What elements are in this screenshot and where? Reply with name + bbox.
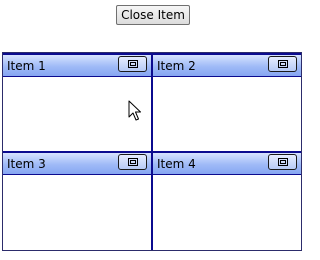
panel-item-2: Item 2 [153, 53, 301, 151]
panel-title: Item 1 [7, 59, 46, 73]
panel-header[interactable]: Item 4 [153, 151, 301, 175]
panel-body [3, 175, 151, 250]
panel-header[interactable]: Item 2 [153, 53, 301, 77]
panel-title: Item 2 [157, 59, 196, 73]
panel-title: Item 4 [157, 157, 196, 171]
panel-body [153, 175, 301, 250]
panel-item-3: Item 3 [3, 151, 151, 250]
panel-body [153, 77, 301, 151]
close-item-button[interactable]: Close Item [116, 5, 190, 25]
panel-header[interactable]: Item 1 [3, 53, 151, 77]
maximize-icon [278, 158, 288, 166]
panel-title: Item 3 [7, 157, 46, 171]
panel-divider[interactable] [151, 53, 153, 250]
maximize-button[interactable] [118, 154, 147, 170]
maximize-button[interactable] [118, 56, 147, 72]
mouse-cursor-icon [128, 100, 141, 121]
maximize-icon [128, 158, 138, 166]
maximize-button[interactable] [268, 56, 297, 72]
maximize-button[interactable] [268, 154, 297, 170]
panel-grid: Item 1 Item 2 Item 3 Item 4 [2, 52, 302, 251]
panel-item-4: Item 4 [153, 151, 301, 250]
maximize-icon [278, 60, 288, 68]
panel-header[interactable]: Item 3 [3, 151, 151, 175]
maximize-icon [128, 60, 138, 68]
